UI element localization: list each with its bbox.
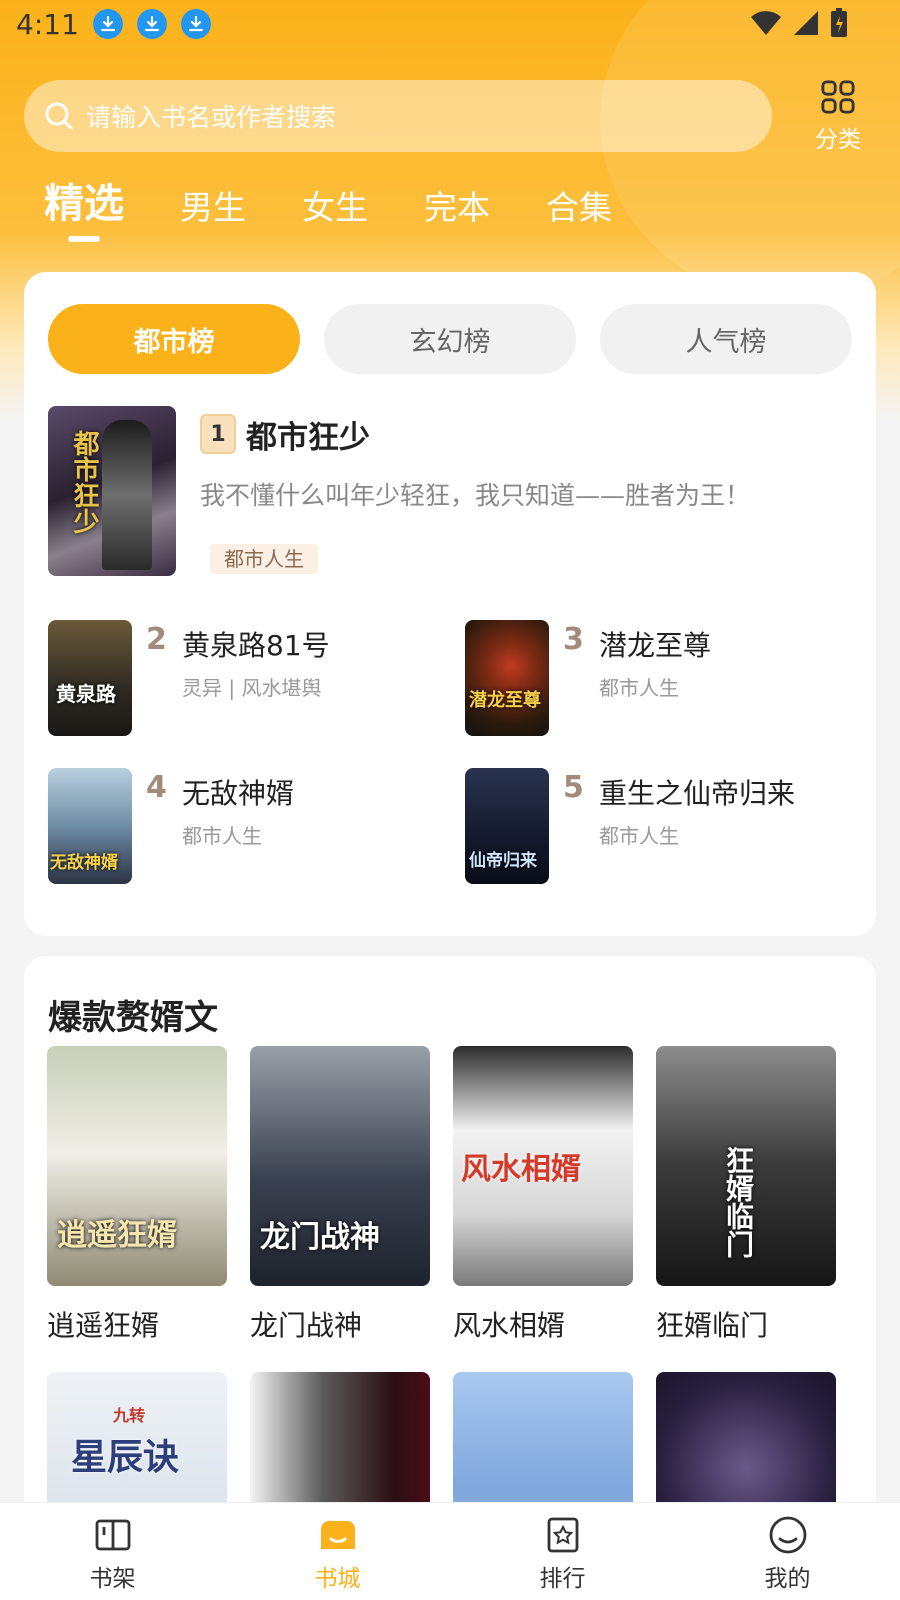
cover-title: 仙帝归来: [469, 851, 537, 871]
book-title: 潜龙至尊: [599, 629, 712, 662]
book-cover: 仙帝归来: [465, 768, 549, 884]
book-title: 重生之仙帝归来: [599, 777, 796, 810]
ranking-item[interactable]: 仙帝归来 5 重生之仙帝归来 都市人生: [465, 768, 865, 884]
ranking-tab-fantasy[interactable]: 玄幻榜: [324, 304, 576, 374]
cover-title: 风水相婿: [461, 1152, 581, 1187]
search-placeholder: 请输入书名或作者搜索: [86, 103, 337, 132]
book-description: 我不懂什么叫年少轻狂，我只知道——胜者为王！: [200, 481, 751, 510]
rank-number: 3: [563, 622, 584, 657]
store-icon: [320, 1521, 355, 1549]
ranking-item[interactable]: 无敌神婿 4 无敌神婿 都市人生: [48, 768, 448, 884]
grid-icon: [821, 80, 855, 114]
rank-number: 4: [146, 770, 167, 805]
ranking-card: 都市榜 玄幻榜 人气榜 都市狂少 1 都市狂少 我不懂什么叫年少轻狂，我只知道—…: [24, 272, 876, 936]
tab-label: 精选: [44, 181, 124, 227]
nav-ranking[interactable]: 排行: [450, 1503, 675, 1600]
top-ranked-book[interactable]: 都市狂少 1 都市狂少 我不懂什么叫年少轻狂，我只知道——胜者为王！ 都市人生: [48, 406, 848, 582]
book-cover: 黄泉路: [48, 620, 132, 736]
tab-completed[interactable]: 完本: [424, 186, 490, 252]
status-time: 4:11: [16, 7, 79, 41]
cover-title: 星辰诀: [71, 1436, 180, 1478]
rank-number: 2: [146, 622, 167, 657]
download-icon: [180, 9, 211, 39]
tab-label: 女生: [302, 188, 368, 227]
search-input[interactable]: 请输入书名或作者搜索: [24, 80, 772, 152]
status-bar: 4:11: [0, 0, 900, 48]
ranking-item[interactable]: 潜龙至尊 3 潜龙至尊 都市人生: [465, 620, 865, 736]
tab-active-indicator: [68, 236, 100, 242]
book-cover: 逍遥狂婿: [47, 1046, 227, 1286]
battery-icon: [831, 8, 847, 37]
cover-title: 潜龙至尊: [469, 690, 541, 711]
cover-title: 逍遥狂婿: [57, 1218, 177, 1253]
nav-label: 书城: [314, 1566, 361, 1592]
book-cover: 狂婿临门: [656, 1046, 836, 1286]
book-title: 无敌神婿: [182, 777, 295, 810]
tab-collection[interactable]: 合集: [546, 186, 612, 252]
book-cover: 龙门战神: [250, 1046, 430, 1286]
book-title: 黄泉路81号: [182, 629, 330, 662]
download-icon: [92, 9, 123, 39]
nav-label: 排行: [539, 1566, 586, 1592]
status-indicators: [750, 8, 848, 38]
hot-section: 爆款赘婿文 逍遥狂婿 逍遥狂婿 龙门战神 龙门战神 风水相婿 风水相婿 狂婿临门…: [24, 956, 876, 1600]
cover-title: 龙门战神: [260, 1220, 380, 1255]
book-card[interactable]: 狂婿临门 狂婿临门: [656, 1046, 836, 1344]
tab-label: 完本: [424, 188, 490, 227]
tab-featured[interactable]: 精选: [44, 182, 124, 252]
section-title: 爆款赘婿文: [48, 998, 218, 1038]
book-cover: 潜龙至尊: [465, 620, 549, 736]
wifi-icon: [751, 11, 781, 36]
nav-bookshelf[interactable]: 书架: [0, 1503, 225, 1600]
book-card[interactable]: 逍遥狂婿 逍遥狂婿: [47, 1046, 227, 1344]
book-meta: 都市人生: [599, 676, 679, 700]
book-meta: 都市人生: [182, 824, 262, 848]
book-open-icon: [95, 1519, 130, 1551]
book-title: 龙门战神: [250, 1309, 363, 1342]
search-icon: [45, 102, 73, 130]
nav-mine[interactable]: 我的: [675, 1503, 900, 1600]
cover-figure: [102, 420, 152, 570]
nav-label: 书架: [89, 1566, 136, 1592]
book-meta: 都市人生: [599, 824, 679, 848]
tab-female[interactable]: 女生: [302, 186, 368, 252]
rank-star-icon: [547, 1517, 578, 1553]
signal-icon: [794, 11, 818, 35]
channel-tabs: 精选 男生 女生 完本 合集: [44, 182, 668, 252]
book-card[interactable]: 龙门战神 龙门战神: [250, 1046, 430, 1344]
ranking-tab-popular[interactable]: 人气榜: [600, 304, 852, 374]
nav-label: 我的: [764, 1566, 811, 1592]
book-meta: 灵异 | 风水堪舆: [182, 676, 322, 700]
ranking-tabs: 都市榜 玄幻榜 人气榜: [48, 304, 852, 374]
book-title: 逍遥狂婿: [47, 1309, 160, 1342]
ranking-tab-urban[interactable]: 都市榜: [48, 304, 300, 374]
ranking-item[interactable]: 黄泉路 2 黄泉路81号 灵异 | 风水堪舆: [48, 620, 448, 736]
cover-title: 无敌神婿: [50, 853, 118, 873]
book-title: 风水相婿: [453, 1309, 566, 1342]
book-cover: 都市狂少: [48, 406, 176, 576]
book-cover: 无敌神婿: [48, 768, 132, 884]
tab-male[interactable]: 男生: [180, 186, 246, 252]
book-cover: 风水相婿: [453, 1046, 633, 1286]
cover-title: 黄泉路: [56, 682, 116, 706]
download-icon: [136, 9, 167, 39]
rank-number: 5: [563, 770, 584, 805]
tab-label: 男生: [180, 188, 246, 227]
rank-badge: 1: [200, 414, 236, 454]
book-tag: 都市人生: [210, 544, 318, 574]
book-card[interactable]: 风水相婿 风水相婿: [453, 1046, 633, 1344]
bottom-nav: 书架 书城 排行 我的: [0, 1502, 900, 1600]
book-title: 狂婿临门: [656, 1309, 769, 1342]
nav-store[interactable]: 书城: [225, 1503, 450, 1600]
cover-badge: 九转: [113, 1406, 146, 1425]
cover-title: 狂婿临门: [722, 1146, 755, 1258]
tab-label: 合集: [546, 188, 612, 227]
category-button[interactable]: 分类: [800, 80, 876, 154]
book-title: 都市狂少: [246, 420, 370, 456]
category-label: 分类: [815, 127, 861, 153]
cover-title: 都市狂少: [69, 430, 99, 534]
smile-icon: [769, 1516, 806, 1554]
